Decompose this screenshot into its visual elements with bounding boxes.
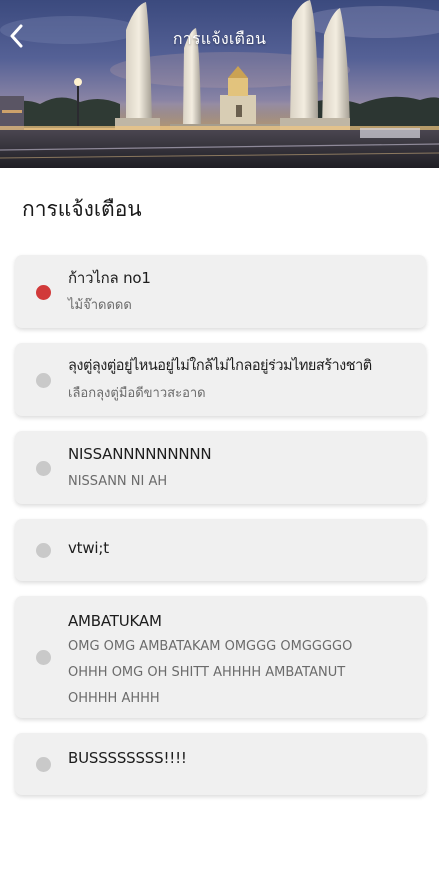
notification-title: ก้าวไกล no1 (68, 269, 151, 287)
notification-card[interactable]: BUSSSSSSSS!!!! (15, 733, 426, 795)
notification-card[interactable]: ลุงตู่ลุงตู่อยู่ไหนอยู่ไม่ใกล้ไม่ไกลอยู่… (15, 343, 426, 416)
read-indicator-dot (36, 650, 51, 665)
notification-title: vtwi;t (68, 539, 109, 557)
notification-body: OMG OMG AMBATAKAM OMGGG OMGGGGO OHHH OMG… (68, 639, 353, 706)
notification-body: เลือกลุงตู่มือดีขาวสะอาด (68, 386, 206, 401)
monument-banner-image (0, 0, 439, 168)
header-banner: การแจ้งเตือน (0, 0, 439, 168)
notification-title: BUSSSSSSSS!!!! (68, 749, 187, 767)
page-title: การแจ้งเตือน (22, 197, 142, 221)
read-indicator-dot (36, 757, 51, 772)
notification-card[interactable]: vtwi;t (15, 519, 426, 581)
header-title: การแจ้งเตือน (172, 29, 267, 48)
read-indicator-dot (36, 460, 51, 476)
unread-indicator-dot (36, 284, 51, 300)
notification-card[interactable]: NISSANNNNNNNNN NISSANN NI AH (15, 431, 426, 504)
notification-title: ลุงตู่ลุงตู่อยู่ไหนอยู่ไม่ใกล้ไม่ไกลอยู่… (68, 358, 372, 374)
read-indicator-dot (36, 372, 51, 388)
notification-title: NISSANNNNNNNNN (68, 445, 212, 463)
notification-title: AMBATUKAM (68, 612, 162, 630)
notification-card[interactable]: AMBATUKAM OMG OMG AMBATAKAM OMGGG OMGGGG… (15, 596, 426, 718)
notification-card[interactable]: ก้าวไกล no1 ไม้จ๊าดดดด (15, 255, 426, 328)
notification-list: ก้าวไกล no1 ไม้จ๊าดดดด ลุงตู่ลุงตู่อยู่ไ… (15, 255, 426, 810)
notifications-screen: การแจ้งเตือน การแจ้งเตือน ก้าวไกล no1 ไม… (0, 0, 439, 890)
read-indicator-dot (36, 543, 51, 558)
notification-body: ไม้จ๊าดดดด (68, 298, 132, 313)
notification-body: NISSANN NI AH (68, 474, 168, 489)
